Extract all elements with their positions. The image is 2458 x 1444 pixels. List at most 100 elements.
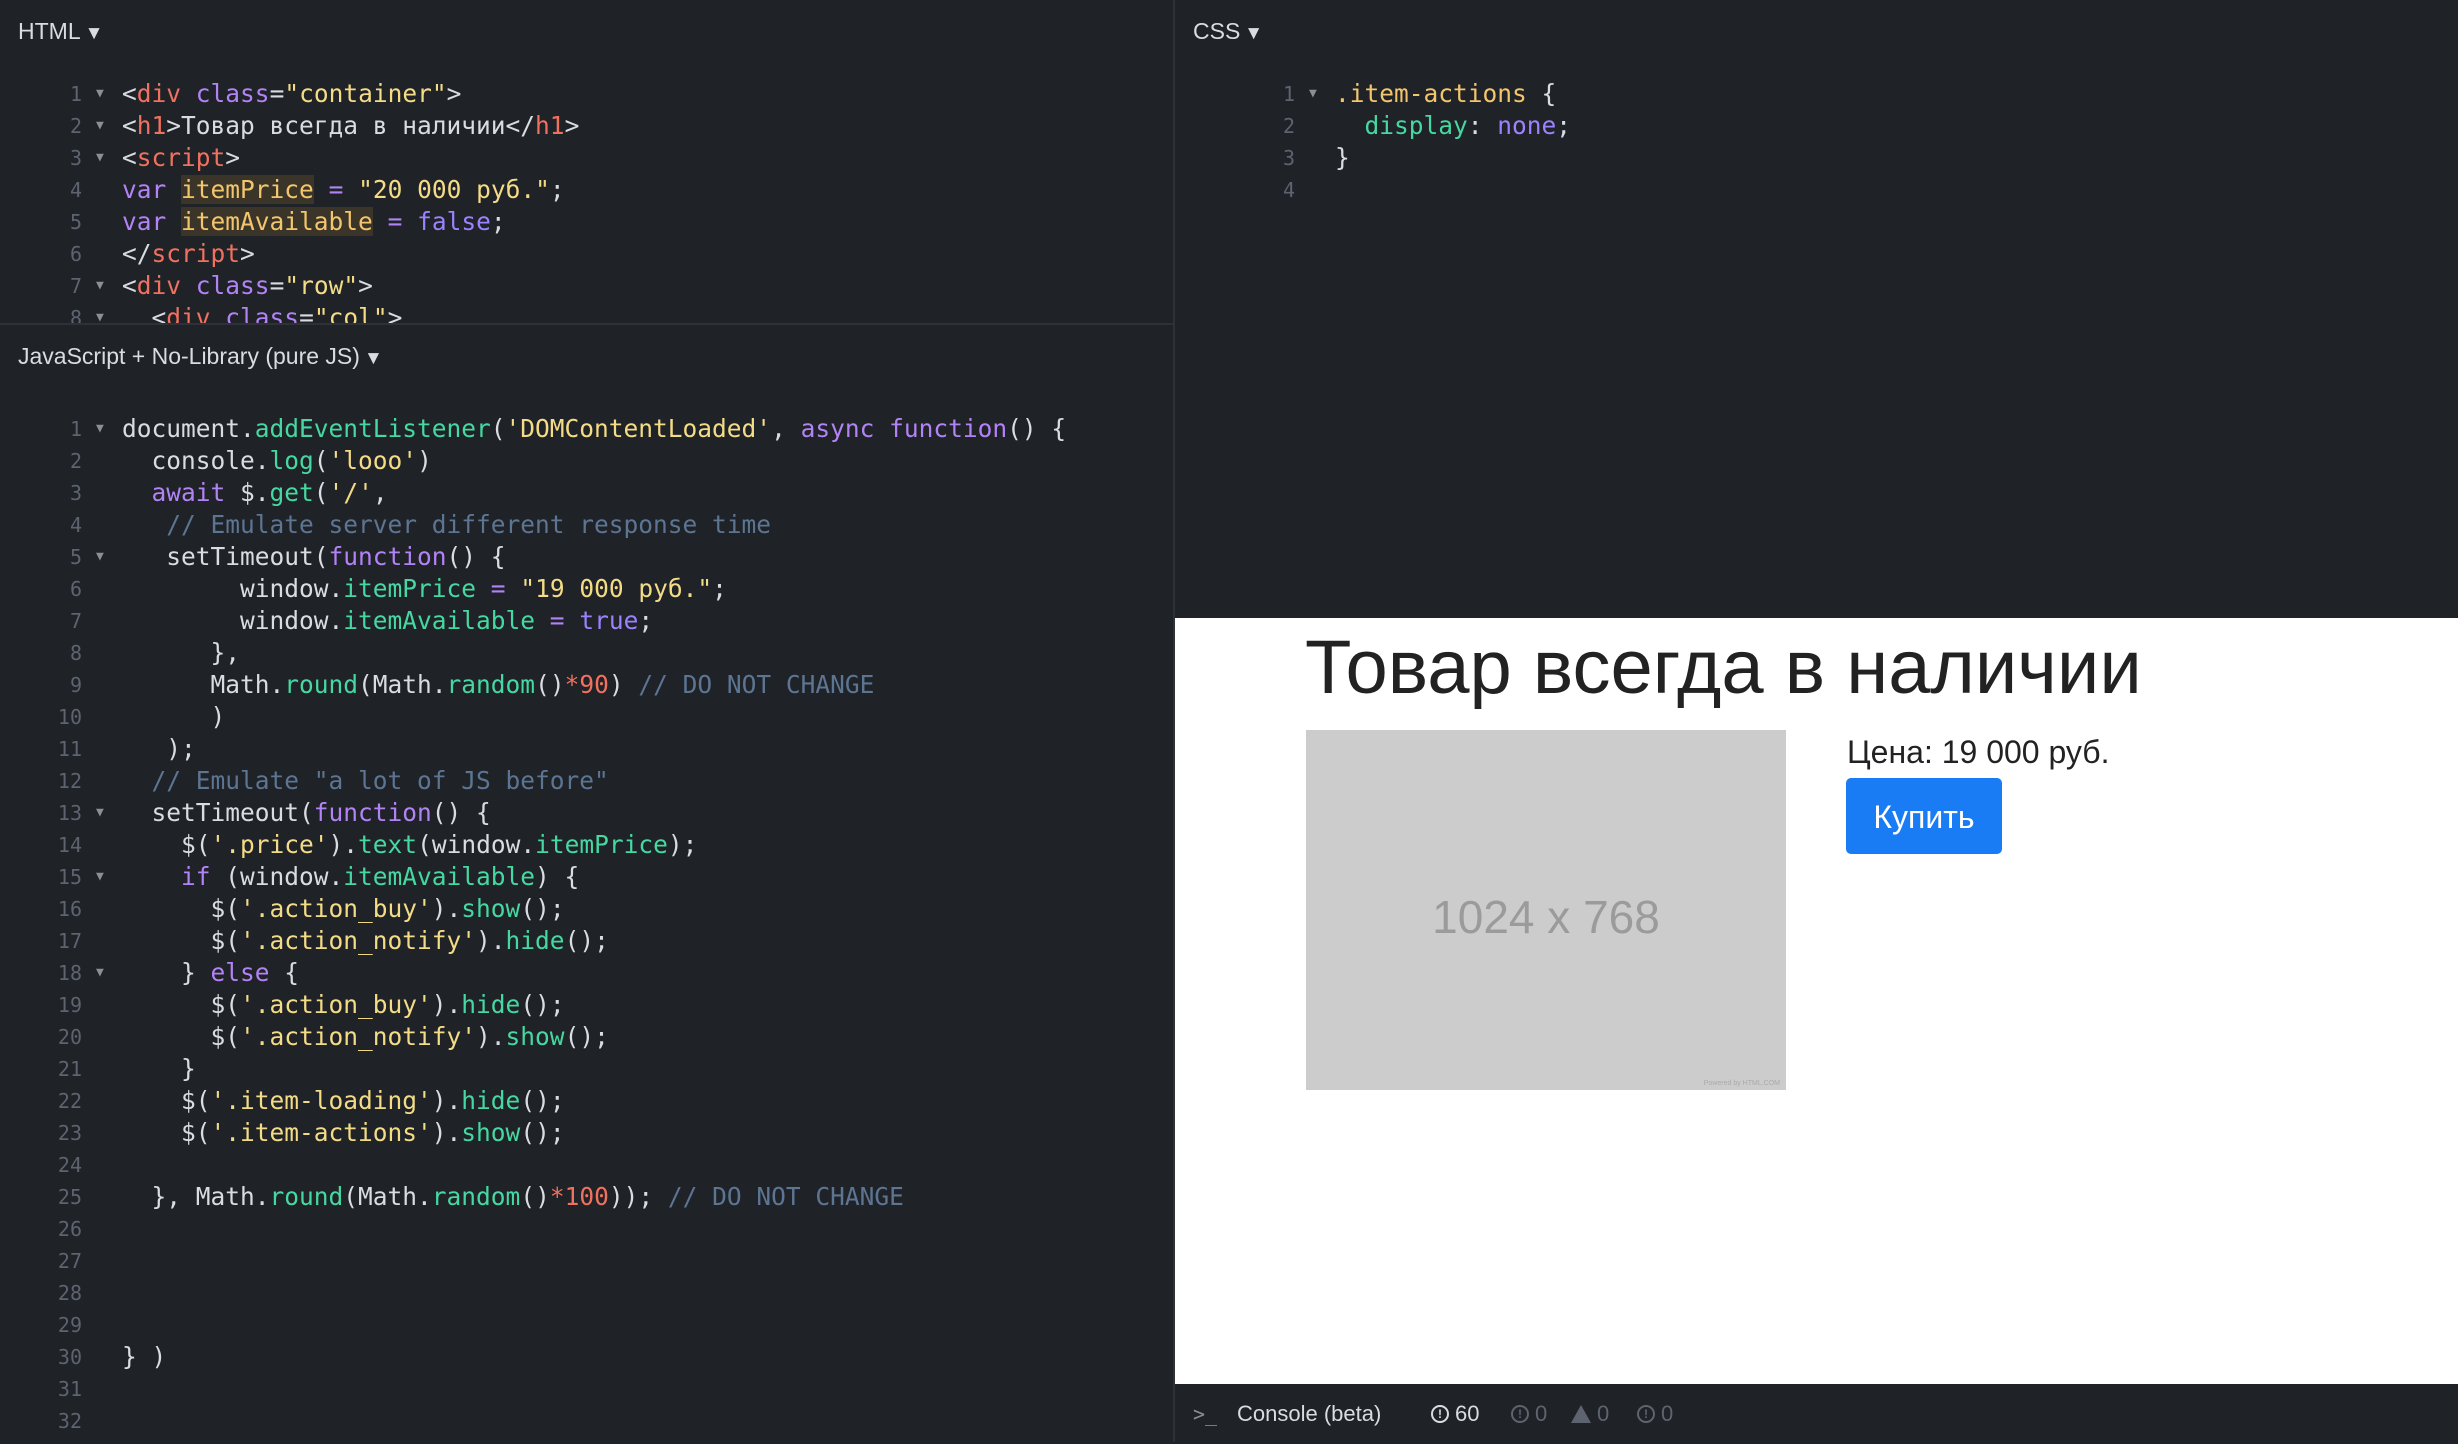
- code-line[interactable]: 15 ▼ if (window.itemAvailable) {: [0, 861, 1173, 893]
- code-line[interactable]: 22 $('.item-loading').hide();: [0, 1085, 1173, 1117]
- code-line[interactable]: 23 $('.item-actions').show();: [0, 1117, 1173, 1149]
- fold-arrow-icon[interactable]: ▼: [96, 541, 104, 573]
- code-line[interactable]: 32: [0, 1405, 1173, 1437]
- code-token: </: [122, 239, 152, 268]
- code-token: itemPrice: [343, 574, 477, 603]
- code-text: $('.price').text(window.itemPrice);: [122, 829, 697, 861]
- fold-arrow-icon[interactable]: ▼: [1309, 78, 1317, 110]
- code-line[interactable]: 20 $('.action_notify').show();: [0, 1021, 1173, 1053]
- code-line[interactable]: 30 } ): [0, 1341, 1173, 1373]
- code-token: ));: [608, 1182, 654, 1211]
- code-token: ();: [520, 894, 565, 923]
- fold-arrow-icon[interactable]: ▼: [96, 957, 104, 989]
- code-token: text: [358, 830, 418, 859]
- code-token: }: [122, 958, 211, 987]
- buy-button[interactable]: Купить: [1846, 778, 2002, 854]
- html-panel-header[interactable]: HTML ▼: [0, 0, 1173, 60]
- console-log-count[interactable]: ! 0: [1511, 1384, 1547, 1444]
- code-token: ;: [490, 207, 506, 236]
- code-line[interactable]: 31: [0, 1373, 1173, 1405]
- dropdown-arrow-icon[interactable]: ▼: [85, 23, 104, 44]
- js-code-editor[interactable]: 1 ▼ document.addEventListener('DOMContentL…: [0, 413, 1173, 1437]
- code-line[interactable]: 4 // Emulate server different response t…: [0, 509, 1173, 541]
- fold-arrow-icon[interactable]: ▼: [96, 142, 104, 174]
- code-line[interactable]: 4: [1213, 174, 2458, 206]
- code-line[interactable]: 1 ▼ document.addEventListener('DOMContentL…: [0, 413, 1173, 445]
- code-line[interactable]: 4 var itemPrice = "20 000 руб.";: [0, 174, 1173, 206]
- code-text: Math.round(Math.random()*90) // DO NOT C…: [122, 669, 875, 701]
- code-line[interactable]: 28: [0, 1277, 1173, 1309]
- code-line[interactable]: 3 ▼ <script>: [0, 142, 1173, 174]
- code-text: } ): [122, 1341, 166, 1373]
- code-line[interactable]: 3 await $.get('/',: [0, 477, 1173, 509]
- code-line[interactable]: 10 ): [0, 701, 1173, 733]
- code-line[interactable]: 7 ▼ <div class="row">: [0, 270, 1173, 302]
- fold-arrow-icon[interactable]: ▼: [96, 270, 104, 302]
- code-token: class: [195, 271, 270, 300]
- code-line[interactable]: 3}: [1213, 142, 2458, 174]
- line-number: 5: [69, 210, 82, 234]
- code-line[interactable]: 2 console.log('looo'): [0, 445, 1173, 477]
- code-line[interactable]: 7 window.itemAvailable = true;: [0, 605, 1173, 637]
- code-line[interactable]: 13 ▼ setTimeout(function() {: [0, 797, 1173, 829]
- line-number: 18: [57, 961, 82, 985]
- code-line[interactable]: 17 $('.action_notify').hide();: [0, 925, 1173, 957]
- html-code-editor[interactable]: 1 ▼ <div class="container"> 2 ▼ <h1>Товар все…: [0, 78, 1173, 323]
- fold-arrow-icon[interactable]: ▼: [96, 861, 104, 893]
- code-line[interactable]: 24: [0, 1149, 1173, 1181]
- code-line[interactable]: 21 }: [0, 1053, 1173, 1085]
- fold-arrow-icon[interactable]: ▼: [96, 797, 104, 829]
- code-token: <: [122, 303, 167, 323]
- code-token: function: [313, 798, 432, 827]
- code-line[interactable]: 6 window.itemPrice = "19 000 руб.";: [0, 573, 1173, 605]
- code-line[interactable]: 11 );: [0, 733, 1173, 765]
- console-error-count[interactable]: ! 0: [1637, 1384, 1673, 1444]
- js-panel-header[interactable]: JavaScript + No-Library (pure JS) ▼: [0, 325, 1173, 385]
- fold-arrow-icon[interactable]: ▼: [96, 78, 104, 110]
- code-token: if: [122, 862, 211, 891]
- fold-arrow-icon[interactable]: ▼: [96, 413, 104, 445]
- line-number: 8: [69, 641, 82, 665]
- code-line[interactable]: 29: [0, 1309, 1173, 1341]
- dropdown-arrow-icon[interactable]: ▼: [364, 348, 383, 369]
- code-line[interactable]: 14 $('.price').text(window.itemPrice);: [0, 829, 1173, 861]
- code-line[interactable]: 9 Math.round(Math.random()*90) // DO NOT…: [0, 669, 1173, 701]
- code-token: () {: [431, 798, 491, 827]
- fold-arrow-icon[interactable]: ▼: [96, 110, 104, 142]
- code-line[interactable]: 1 ▼ <div class="container">: [0, 78, 1173, 110]
- console-toggle[interactable]: Console (beta): [1237, 1384, 1381, 1444]
- css-panel-header[interactable]: CSS ▼: [1175, 0, 2458, 60]
- code-line[interactable]: 1 ▼ .item-actions {: [1213, 78, 2458, 110]
- code-line[interactable]: 8 ▼ <div class="col">: [0, 302, 1173, 323]
- code-token: // DO NOT CHANGE: [638, 670, 875, 699]
- code-token: else: [210, 958, 270, 987]
- code-token: (window.: [210, 862, 344, 891]
- code-line[interactable]: 6 </script>: [0, 238, 1173, 270]
- code-text: var itemPrice = "20 000 руб.";: [122, 174, 565, 206]
- code-line[interactable]: 2 ▼ <h1>Товар всегда в наличии</h1>: [0, 110, 1173, 142]
- console-info-count[interactable]: ! 60: [1431, 1384, 1479, 1444]
- dropdown-arrow-icon[interactable]: ▼: [1244, 23, 1263, 44]
- fold-arrow-icon[interactable]: ▼: [96, 302, 104, 323]
- code-token: log: [269, 446, 314, 475]
- code-token: }: [122, 1054, 196, 1083]
- code-line[interactable]: 26: [0, 1213, 1173, 1245]
- warning-icon: [1571, 1405, 1591, 1423]
- code-line[interactable]: 2 display: none;: [1213, 110, 2458, 142]
- code-line[interactable]: 19 $('.action_buy').hide();: [0, 989, 1173, 1021]
- line-number: 11: [57, 737, 82, 761]
- line-number: 30: [57, 1345, 82, 1369]
- code-line[interactable]: 27: [0, 1245, 1173, 1277]
- code-line[interactable]: 5 var itemAvailable = false;: [0, 206, 1173, 238]
- code-line[interactable]: 16 $('.action_buy').show();: [0, 893, 1173, 925]
- code-line[interactable]: 12 // Emulate "a lot of JS before": [0, 765, 1173, 797]
- css-code-editor[interactable]: 1 ▼ .item-actions {2 display: none; 3} 4: [1213, 78, 2458, 206]
- code-token: .item-actions: [1335, 79, 1527, 108]
- code-line[interactable]: 8 },: [0, 637, 1173, 669]
- code-line[interactable]: 18 ▼ } else {: [0, 957, 1173, 989]
- code-line[interactable]: 25 }, Math.round(Math.random()*100)); //…: [0, 1181, 1173, 1213]
- console-warn-count[interactable]: 0: [1571, 1384, 1609, 1444]
- line-number: 13: [57, 801, 82, 825]
- code-line[interactable]: 5 ▼ setTimeout(function() {: [0, 541, 1173, 573]
